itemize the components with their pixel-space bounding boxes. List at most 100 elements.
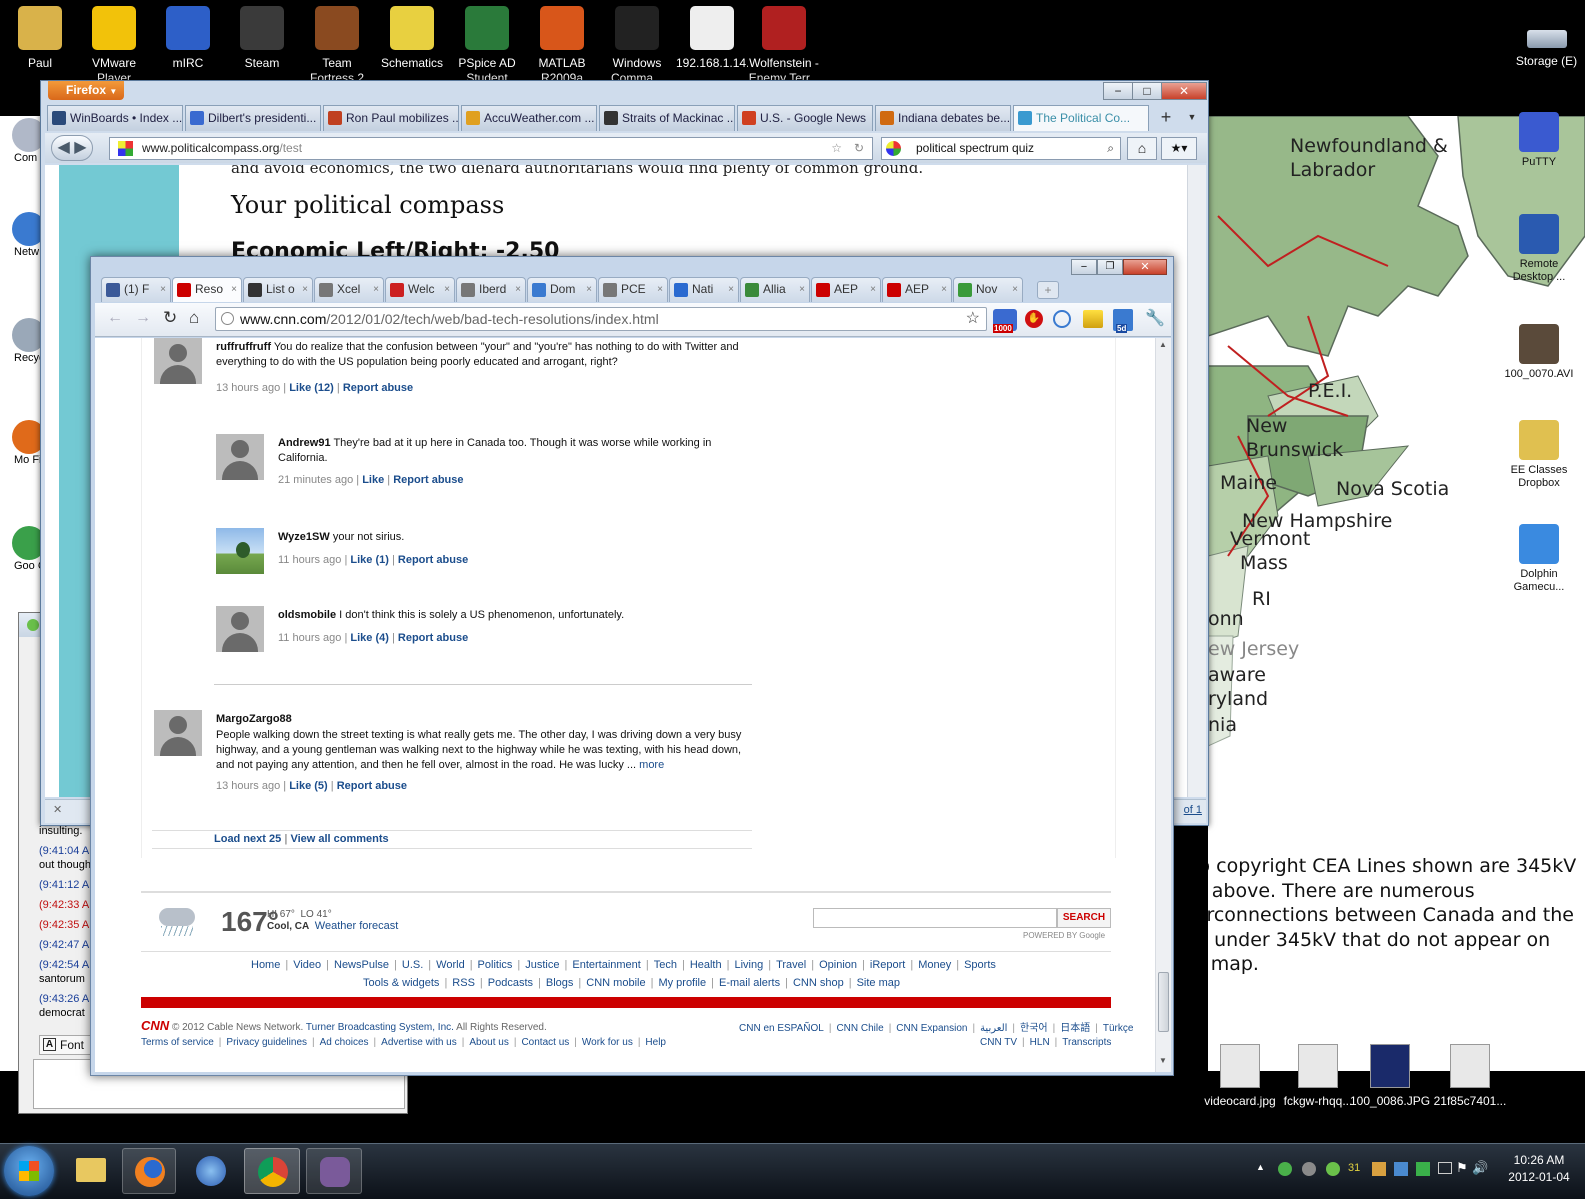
tab-close-icon[interactable]: ×: [302, 278, 308, 301]
like-link[interactable]: Like: [362, 474, 384, 486]
comment-username[interactable]: MargoZargo88: [216, 713, 292, 725]
tray-orbit-icon[interactable]: [1326, 1162, 1340, 1176]
footer-link[interactable]: Travel: [776, 959, 806, 971]
taskbar-chrome-button[interactable]: [244, 1148, 300, 1194]
tab-close-icon[interactable]: ×: [1012, 278, 1018, 301]
tray-green-icon[interactable]: [1278, 1162, 1292, 1176]
action-center-icon[interactable]: ⚑: [1456, 1160, 1468, 1176]
footer-link[interactable]: Ad choices: [320, 1037, 369, 1048]
taskbar-firefox-button[interactable]: [122, 1148, 176, 1194]
bookmarks-icon[interactable]: ★▾: [1161, 137, 1197, 160]
footer-link[interactable]: Entertainment: [572, 959, 640, 971]
tab-close-icon[interactable]: ×: [799, 278, 805, 301]
like-link[interactable]: Like (4): [350, 632, 389, 644]
footer-link[interactable]: Contact us: [521, 1037, 569, 1048]
clock[interactable]: 10:26 AM 2012-01-04: [1496, 1152, 1582, 1186]
reload-icon[interactable]: ↻: [854, 138, 864, 159]
firefox-menu-button[interactable]: Firefox ▼: [48, 81, 124, 100]
taskbar-explorer-button[interactable]: [64, 1148, 118, 1194]
tab-close-icon[interactable]: ×: [728, 278, 734, 301]
close-findbar-icon[interactable]: ✕: [53, 803, 62, 816]
search-icon[interactable]: ⌕: [1107, 138, 1114, 159]
chrome-tab[interactable]: AEP ×: [811, 277, 881, 302]
desktop-icon[interactable]: PSpice AD Student: [451, 4, 523, 84]
footer-link[interactable]: E-mail alerts: [719, 977, 780, 989]
footer-link[interactable]: Transcripts: [1062, 1037, 1111, 1048]
chrome-tab[interactable]: Welc ×: [385, 277, 455, 302]
tab-close-icon[interactable]: ×: [657, 278, 663, 301]
weather-forecast-link[interactable]: Weather forecast: [315, 920, 399, 932]
chrome-tab[interactable]: Iberd ×: [456, 277, 526, 302]
footer-link[interactable]: iReport: [870, 959, 905, 971]
footer-link[interactable]: CNN shop: [793, 977, 844, 989]
desktop-file[interactable]: 100_0086.JPG: [1350, 1044, 1430, 1108]
desktop-file[interactable]: 21f85c7401...: [1430, 1044, 1510, 1108]
comment-username[interactable]: Wyze1SW: [278, 531, 330, 543]
footer-link[interactable]: CNN en ESPAÑOL: [739, 1023, 824, 1034]
report-abuse-link[interactable]: Report abuse: [393, 474, 463, 486]
desktop-icon[interactable]: EE Classes Dropbox: [1502, 420, 1576, 490]
tab-close-icon[interactable]: ×: [586, 278, 592, 301]
footer-link[interactable]: العربية: [980, 1023, 1007, 1034]
footer-link[interactable]: World: [436, 959, 465, 971]
footer-link[interactable]: NewsPulse: [334, 959, 389, 971]
volume-icon[interactable]: 🔊: [1472, 1160, 1488, 1176]
adblock-icon[interactable]: ✋: [1025, 310, 1043, 328]
footer-link[interactable]: Tech: [654, 959, 677, 971]
phone-icon[interactable]: [1053, 310, 1071, 328]
calendar-icon[interactable]: 5d: [1113, 309, 1133, 333]
firefox-tab[interactable]: AccuWeather.com ...: [461, 105, 597, 131]
tray-tools-icon[interactable]: [1372, 1162, 1386, 1176]
footer-link[interactable]: Video: [293, 959, 321, 971]
chrome-restore-button[interactable]: ❐: [1097, 259, 1123, 275]
load-next-link[interactable]: Load next 25: [214, 833, 281, 845]
firefox-tab[interactable]: Straits of Mackinac ...: [599, 105, 735, 131]
footer-link[interactable]: Privacy guidelines: [226, 1037, 307, 1048]
start-button[interactable]: [4, 1146, 54, 1196]
footer-link[interactable]: U.S.: [402, 959, 423, 971]
back-button[interactable]: ◀ ▶: [51, 135, 93, 161]
desktop-file[interactable]: fckgw-rhqq...: [1278, 1044, 1358, 1108]
tray-check-icon[interactable]: [1416, 1162, 1430, 1176]
send-to-phone-icon[interactable]: [1083, 310, 1103, 328]
footer-link[interactable]: Money: [918, 959, 951, 971]
tray-monitor-icon[interactable]: [1438, 1162, 1452, 1174]
footer-link[interactable]: CNN Chile: [836, 1023, 883, 1034]
desktop-icon[interactable]: Remote Desktop ...: [1502, 214, 1576, 284]
like-link[interactable]: Like (1): [350, 554, 389, 566]
tab-list-icon[interactable]: ▼: [1181, 105, 1203, 130]
footer-link[interactable]: Home: [251, 959, 280, 971]
tab-close-icon[interactable]: ×: [870, 278, 876, 301]
firefox-tab[interactable]: WinBoards • Index ...: [47, 105, 183, 131]
reload-icon[interactable]: ↻: [163, 308, 177, 328]
footer-link[interactable]: 日本語: [1060, 1023, 1090, 1034]
footer-link[interactable]: Podcasts: [488, 977, 533, 989]
report-abuse-link[interactable]: Report abuse: [398, 554, 468, 566]
comment-username[interactable]: ruffruffruff: [216, 341, 271, 353]
desktop-icon[interactable]: Goo Chro: [0, 526, 40, 572]
cnn-search-input[interactable]: [813, 908, 1057, 928]
footer-link[interactable]: About us: [469, 1037, 508, 1048]
tab-close-icon[interactable]: ×: [515, 278, 521, 301]
desktop-icon[interactable]: 192.168.1.14...: [676, 4, 748, 84]
desktop-icon[interactable]: Wolfenstein - Enemy Terr...: [748, 4, 820, 84]
footer-link[interactable]: Tools & widgets: [363, 977, 439, 989]
footer-link[interactable]: Terms of service: [141, 1037, 214, 1048]
footer-link[interactable]: 한국어: [1020, 1023, 1048, 1034]
footer-link[interactable]: Living: [734, 959, 763, 971]
report-abuse-link[interactable]: Report abuse: [398, 632, 468, 644]
footer-link[interactable]: Politics: [478, 959, 513, 971]
footer-link[interactable]: Health: [690, 959, 722, 971]
turner-link[interactable]: Turner Broadcasting System, Inc.: [306, 1022, 454, 1033]
chrome-new-tab-button[interactable]: +: [1037, 281, 1059, 299]
firefox-tab[interactable]: Dilbert's presidenti...: [185, 105, 321, 131]
scroll-thumb[interactable]: [1158, 972, 1169, 1032]
wrench-icon[interactable]: 🔧: [1145, 308, 1165, 328]
chrome-tab[interactable]: (1) F ×: [101, 277, 171, 302]
firefox-url-bar[interactable]: www.politicalcompass.org/test ☆ ↻: [109, 137, 873, 160]
tab-close-icon[interactable]: ×: [231, 278, 237, 301]
tab-close-icon[interactable]: ×: [941, 278, 947, 301]
chrome-tab[interactable]: Nati ×: [669, 277, 739, 302]
chrome-omnibox[interactable]: www.cnn.com/2012/01/02/tech/web/bad-tech…: [215, 307, 987, 331]
view-all-comments-link[interactable]: View all comments: [290, 833, 388, 845]
